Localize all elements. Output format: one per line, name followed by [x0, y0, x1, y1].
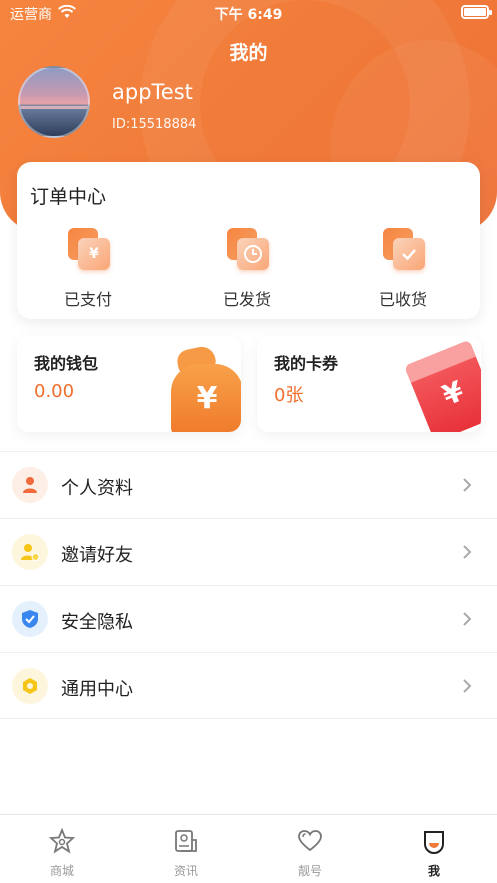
order-center-title: 订单中心	[30, 186, 107, 208]
tab-premium-number[interactable]: 靓号	[248, 815, 372, 883]
order-shipped-button[interactable]: 已发货	[187, 226, 307, 316]
hexagon-icon	[12, 668, 48, 704]
avatar[interactable]	[18, 66, 90, 138]
chevron-right-icon	[463, 545, 472, 559]
tab-label: 我	[427, 864, 440, 878]
tab-label: 靓号	[297, 864, 322, 878]
tab-mall[interactable]: 商城	[0, 815, 124, 883]
tab-bar: 商城 资讯 靓号 我	[0, 814, 497, 883]
order-paid-button[interactable]: ¥ 已支付	[28, 226, 148, 316]
face-icon	[424, 831, 444, 854]
menu-item-profile[interactable]: 个人资料	[0, 451, 497, 518]
coupon-title: 我的卡券	[274, 354, 339, 373]
shield-icon	[12, 601, 48, 637]
star-icon	[49, 828, 75, 854]
tab-label: 商城	[49, 864, 74, 878]
tab-news[interactable]: 资讯	[124, 815, 248, 883]
page-title: 我的	[229, 42, 268, 64]
yen-icon: ¥	[68, 228, 112, 272]
heart-icon	[298, 830, 322, 852]
chevron-right-icon	[463, 612, 472, 626]
menu-item-label: 安全隐私	[61, 612, 133, 633]
menu-item-label: 邀请好友	[61, 545, 133, 566]
money-bag-icon: ¥	[163, 344, 241, 432]
order-received-button[interactable]: 已收货	[343, 226, 463, 316]
menu-item-security[interactable]: 安全隐私	[0, 585, 497, 652]
check-icon	[383, 228, 427, 272]
tab-me[interactable]: 我	[372, 815, 496, 883]
clock-icon	[227, 228, 271, 272]
username: appTest	[112, 80, 193, 104]
status-time: 下午 6:49	[214, 7, 283, 23]
order-received-label: 已收货	[378, 290, 427, 309]
ticket-icon: ¥	[404, 339, 481, 432]
wallet-balance: 0.00	[34, 381, 75, 402]
coupon-card[interactable]: 我的卡券 0张 ¥	[257, 336, 481, 432]
person-icon	[12, 467, 48, 503]
menu-item-label: 个人资料	[61, 478, 133, 499]
coupon-count: 0张	[274, 385, 304, 406]
battery-icon	[461, 5, 492, 19]
settings-menu: 个人资料 邀请好友 安全隐私 通用中心	[0, 451, 497, 719]
menu-item-label: 通用中心	[61, 679, 133, 700]
menu-item-general[interactable]: 通用中心	[0, 652, 497, 719]
order-shipped-label: 已发货	[222, 290, 271, 309]
user-id: ID:15518884	[112, 117, 197, 132]
wallet-card[interactable]: 我的钱包 0.00 ¥	[17, 336, 241, 432]
chevron-right-icon	[463, 478, 472, 492]
add-user-icon	[12, 534, 48, 570]
chevron-right-icon	[463, 679, 472, 693]
wallet-title: 我的钱包	[34, 354, 99, 373]
status-bar: 运营商 下午 6:49	[0, 0, 497, 26]
news-icon	[175, 830, 197, 852]
order-paid-label: 已支付	[63, 290, 112, 309]
order-center-card: 订单中心 ¥ 已支付 已发货 已收货	[17, 162, 480, 319]
menu-item-invite[interactable]: 邀请好友	[0, 518, 497, 585]
tab-label: 资讯	[173, 864, 198, 878]
